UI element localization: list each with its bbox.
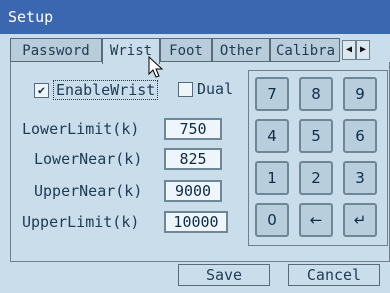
upper-limit-label: UpperLimit(k) bbox=[22, 213, 140, 231]
key-0[interactable]: 0 bbox=[255, 203, 289, 237]
numeric-keypad: 7 8 9 4 5 6 1 2 3 0 ← ↵ bbox=[248, 70, 388, 246]
dual-checkbox[interactable]: Dual bbox=[178, 80, 233, 98]
tab-password[interactable]: Password bbox=[10, 38, 102, 62]
dual-check-box bbox=[178, 81, 193, 97]
save-button[interactable]: Save bbox=[178, 264, 270, 286]
cancel-button[interactable]: Cancel bbox=[288, 264, 380, 286]
window-title: Setup bbox=[0, 0, 390, 34]
tab-calibration[interactable]: Calibra bbox=[270, 38, 340, 62]
key-6[interactable]: 6 bbox=[343, 119, 377, 153]
key-3[interactable]: 3 bbox=[343, 161, 377, 195]
dual-label: Dual bbox=[197, 80, 234, 98]
upper-near-label: UpperNear(k) bbox=[34, 182, 143, 200]
key-4[interactable]: 4 bbox=[255, 119, 289, 153]
tab-strip: Password Wrist Foot Other Calibra ◀ ▶ bbox=[10, 38, 390, 64]
lower-near-label: LowerNear(k) bbox=[34, 150, 143, 168]
key-7[interactable]: 7 bbox=[255, 77, 289, 111]
mouse-pointer-icon bbox=[148, 56, 164, 78]
tab-other[interactable]: Other bbox=[212, 38, 270, 62]
lower-near-field[interactable]: 825 bbox=[164, 148, 222, 170]
key-5[interactable]: 5 bbox=[299, 119, 333, 153]
backspace-key-icon[interactable]: ← bbox=[299, 203, 333, 237]
key-2[interactable]: 2 bbox=[299, 161, 333, 195]
tab-scroll-right-icon[interactable]: ▶ bbox=[356, 40, 370, 60]
tab-scroll-left-icon[interactable]: ◀ bbox=[342, 40, 356, 60]
enter-key-icon[interactable]: ↵ bbox=[343, 203, 377, 237]
key-1[interactable]: 1 bbox=[255, 161, 289, 195]
upper-limit-field[interactable]: 10000 bbox=[164, 211, 228, 233]
tab-foot[interactable]: Foot bbox=[160, 38, 212, 62]
enable-wrist-check-icon: ✔ bbox=[34, 82, 49, 98]
upper-near-field[interactable]: 9000 bbox=[164, 180, 222, 202]
enable-wrist-label: EnableWrist bbox=[53, 80, 159, 100]
lower-limit-field[interactable]: 750 bbox=[164, 118, 222, 140]
setup-window: Setup Password Wrist Foot Other Calibra … bbox=[0, 0, 390, 293]
lower-limit-label: LowerLimit(k) bbox=[22, 120, 140, 138]
enable-wrist-checkbox[interactable]: ✔ EnableWrist bbox=[34, 80, 159, 100]
key-9[interactable]: 9 bbox=[343, 77, 377, 111]
key-8[interactable]: 8 bbox=[299, 77, 333, 111]
